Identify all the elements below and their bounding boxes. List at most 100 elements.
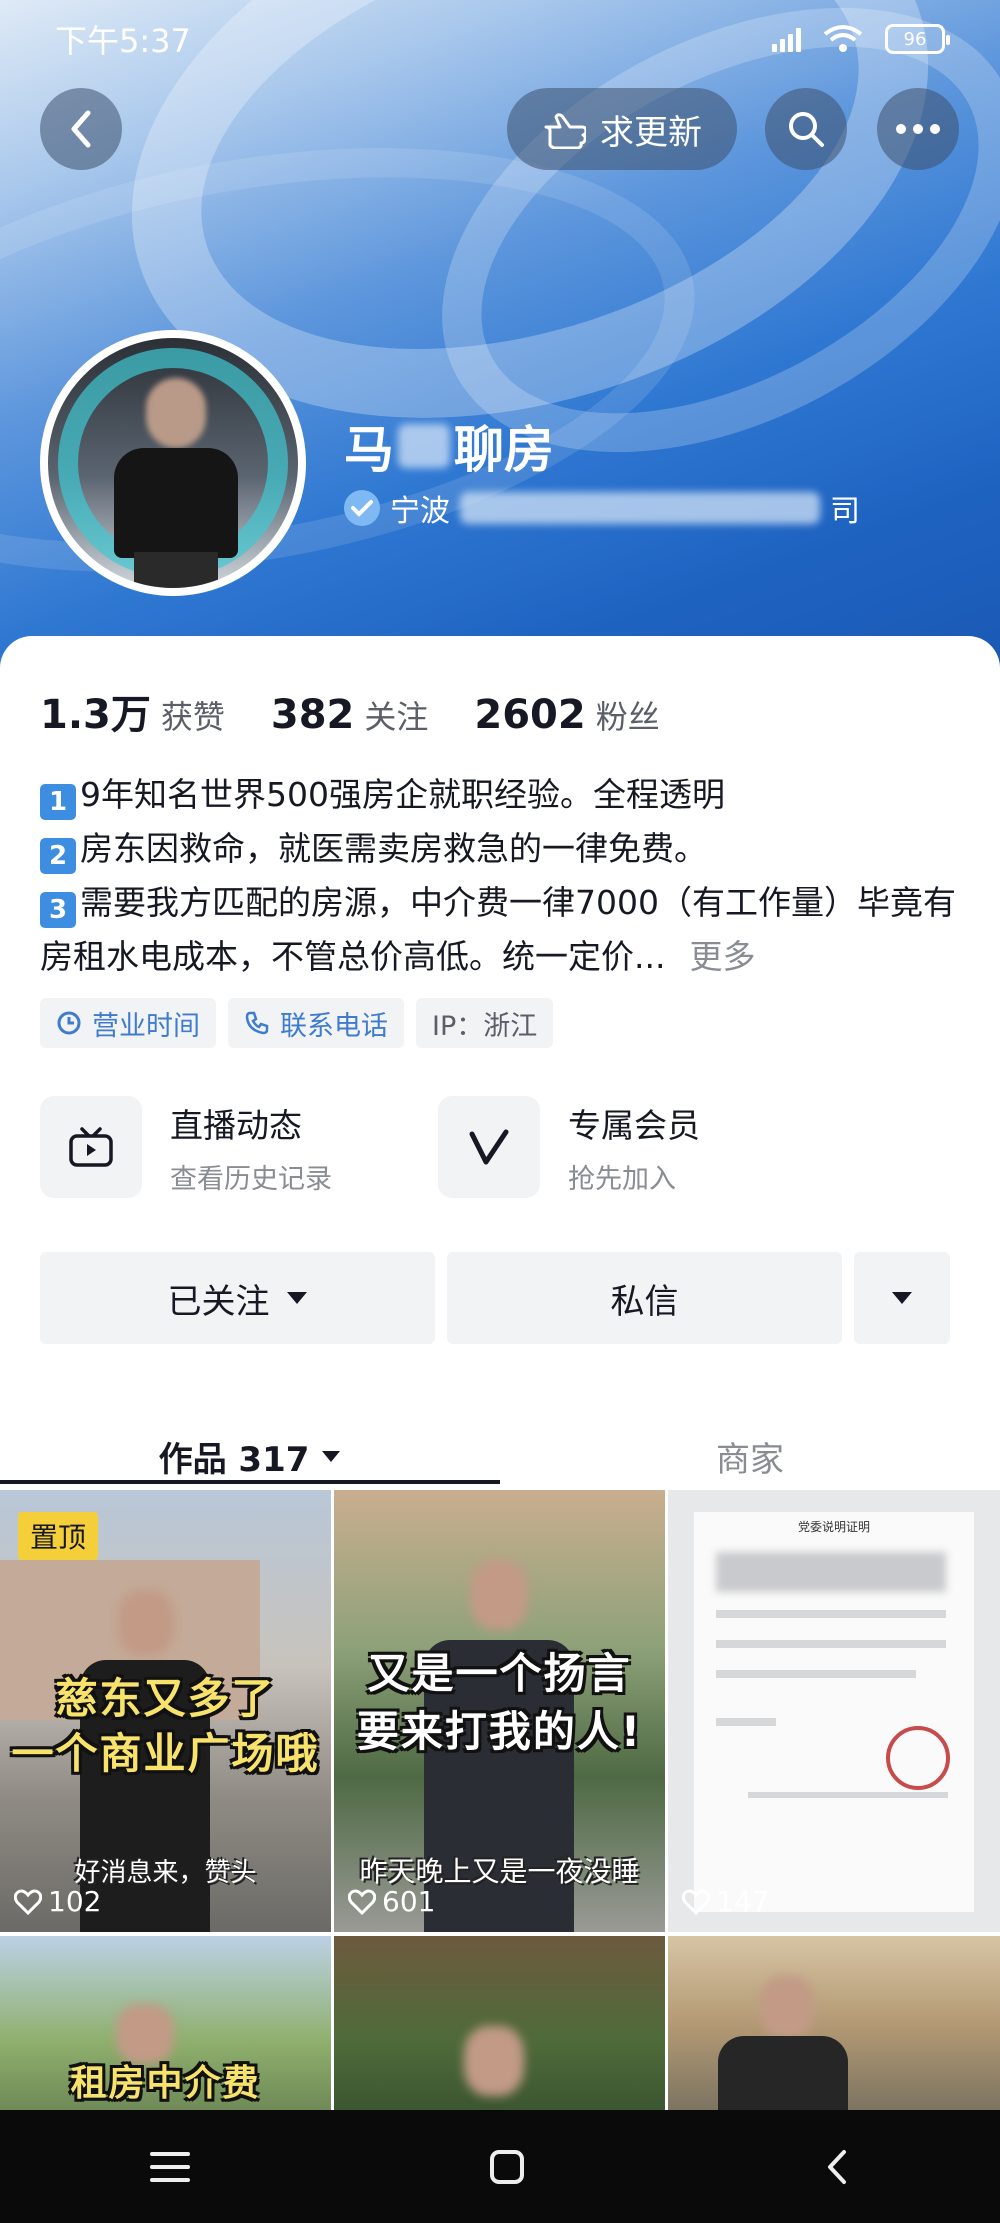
stats-row: 1.3万 获赞 382 关注 2602 粉丝 [40, 682, 660, 740]
tab-works-label: 作品 317 [158, 1439, 310, 1480]
like-count-value: 601 [382, 1885, 436, 1918]
business-hours-label: 营业时间 [92, 1010, 200, 1042]
like-count-value: 102 [48, 1885, 102, 1918]
contact-phone-label: 联系电话 [280, 1010, 388, 1042]
heart-icon [14, 1889, 42, 1915]
video-subtitle: 好消息来，赞头 [74, 1858, 257, 1888]
search-button[interactable] [765, 88, 847, 170]
more-options-button[interactable] [877, 88, 959, 170]
request-update-label: 求更新 [600, 112, 702, 153]
caret-down-icon [892, 1292, 912, 1304]
video-subtitle: 昨天晚上又是一夜没睡 [359, 1855, 640, 1888]
phone-icon [245, 1011, 269, 1035]
video-thumbnail[interactable] [334, 1936, 665, 2110]
hand-point-icon [544, 113, 586, 149]
like-count: 102 [14, 1885, 101, 1918]
pinned-badge: 置顶 [18, 1512, 99, 1560]
keycap-2-icon: 2 [40, 838, 76, 874]
wifi-icon [823, 25, 863, 52]
like-count: 601 [348, 1885, 435, 1918]
stat-label: 获赞 [160, 698, 225, 736]
feature-title: 专属会员 [568, 1105, 700, 1145]
bio-line-1: 1 9年知名世界500强房企就职经验。全程透明 [40, 768, 970, 822]
contact-phone-tag[interactable]: 联系电话 [228, 998, 404, 1048]
request-update-button[interactable]: 求更新 [507, 88, 737, 170]
bio-line-3: 3 需要我方匹配的房源，中介费一律7000（有工作量）毕竟有房租水电成本，不管总价… [40, 876, 970, 984]
business-hours-tag[interactable]: 营业时间 [40, 998, 216, 1048]
stat-likes[interactable]: 1.3万 获赞 [40, 682, 225, 740]
message-button[interactable]: 私信 [447, 1252, 842, 1344]
video-caption: 一个商业广场哦 [11, 1729, 320, 1778]
stat-followers[interactable]: 2602 粉丝 [474, 692, 659, 738]
home-square-icon[interactable] [489, 2149, 525, 2185]
exclusive-member-entry[interactable]: 专属会员 抢先加入 [438, 1096, 700, 1198]
keycap-3-icon: 3 [40, 892, 76, 928]
bio-line-2: 2 房东因救命，就医需卖房救急的一律免费。 [40, 822, 970, 876]
video-grid: 置顶 慈东又多了 一个商业广场哦 好消息来，赞头 102 又是一个扬言 要来打我… [0, 1490, 1000, 2110]
chevron-left-icon [71, 110, 91, 148]
profile-avatar[interactable] [40, 330, 306, 596]
feature-subtitle: 查看历史记录 [170, 1163, 332, 1195]
verified-icon [344, 490, 380, 526]
back-button[interactable] [40, 88, 122, 170]
tag-row: 营业时间 联系电话 IP：浙江 [40, 998, 554, 1048]
verify-prefix: 宁波 [390, 494, 450, 529]
stat-value: 2602 [474, 692, 586, 738]
video-thumbnail[interactable]: 党委说明证明 147 [668, 1490, 1000, 1932]
stat-value: 1.3万 [40, 692, 151, 738]
bio-more-link[interactable]: 更多 [689, 937, 755, 976]
caret-down-icon [322, 1450, 341, 1462]
video-caption: 租房中介费 [70, 2063, 261, 2104]
video-thumbnail[interactable]: 又是一个扬言 要来打我的人! 昨天晚上又是一夜没睡 601 [334, 1490, 665, 1932]
document-title: 党委说明证明 [797, 1520, 870, 1534]
name-redaction [398, 424, 450, 468]
feature-title: 直播动态 [170, 1105, 302, 1145]
caret-down-icon [286, 1292, 307, 1304]
stat-value: 382 [270, 692, 355, 738]
keycap-1-icon: 1 [40, 784, 76, 820]
video-caption: 又是一个扬言 [367, 1649, 632, 1698]
action-row: 已关注 私信 [40, 1252, 950, 1344]
like-count: 147 [682, 1885, 769, 1918]
active-tab-indicator [0, 1480, 500, 1484]
video-thumbnail[interactable]: 租房中介费 [0, 1936, 331, 2110]
status-time: 下午5:37 [55, 22, 191, 60]
signal-icon [772, 26, 801, 52]
video-thumbnail[interactable] [668, 1936, 1000, 2110]
bio-text-3: 需要我方匹配的房源，中介费一律7000（有工作量）毕竟有房租水电成本，不管总价高… [40, 883, 956, 976]
more-dots-icon [896, 124, 940, 134]
bio-text-1: 9年知名世界500强房企就职经验。全程透明 [80, 775, 725, 814]
following-button[interactable]: 已关注 [40, 1252, 435, 1344]
seal-stamp [886, 1726, 950, 1790]
profile-name-suffix: 聊房 [454, 421, 554, 479]
system-nav-bar [0, 2110, 1000, 2223]
stat-label: 粉丝 [595, 698, 660, 736]
clock-icon [57, 1011, 81, 1035]
verify-redaction [460, 492, 820, 524]
expand-button[interactable] [854, 1252, 950, 1344]
following-label: 已关注 [167, 1281, 270, 1322]
profile-bio[interactable]: 1 9年知名世界500强房企就职经验。全程透明 2 房东因救命，就医需卖房救急的一律… [40, 768, 970, 984]
ip-location-tag: IP：浙江 [416, 998, 554, 1048]
tab-merchant-label: 商家 [716, 1439, 784, 1480]
heart-icon [682, 1889, 710, 1915]
menu-icon[interactable] [149, 2150, 190, 2184]
tv-icon [40, 1096, 142, 1198]
message-label: 私信 [610, 1281, 679, 1322]
video-thumbnail[interactable]: 置顶 慈东又多了 一个商业广场哦 好消息来，赞头 102 [0, 1490, 331, 1932]
like-count-value: 147 [716, 1885, 770, 1918]
stat-label: 关注 [364, 698, 429, 736]
feature-subtitle: 抢先加入 [568, 1163, 676, 1195]
heart-icon [348, 1889, 376, 1915]
battery-level: 96 [903, 28, 927, 50]
video-caption: 要来打我的人! [356, 1707, 643, 1756]
status-bar: 下午5:37 96 [55, 14, 950, 64]
profile-name-prefix: 马 [344, 421, 394, 479]
verification-line: 宁波 司 [344, 486, 860, 530]
stat-following[interactable]: 382 关注 [271, 692, 429, 738]
battery-icon: 96 [885, 24, 950, 54]
back-triangle-icon[interactable] [824, 2149, 850, 2185]
live-history-entry[interactable]: 直播动态 查看历史记录 [40, 1096, 332, 1198]
verify-suffix: 司 [830, 494, 860, 529]
profile-name: 马 聊房 [344, 410, 554, 482]
